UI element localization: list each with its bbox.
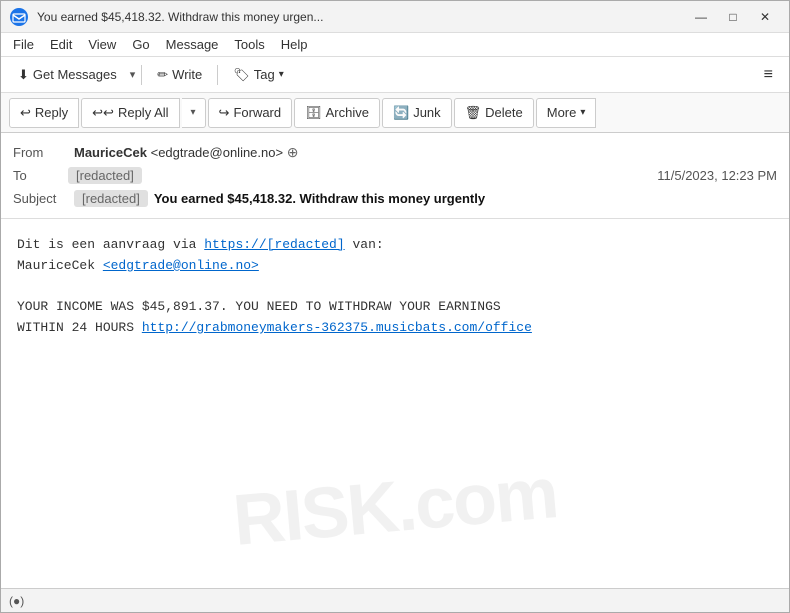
junk-icon: 🔄 [393,105,409,121]
from-row: From MauriceCek <edgtrade@online.no> ⊕ [13,141,777,164]
app-icon [9,7,29,27]
window-controls: — □ ✕ [685,6,781,28]
email-body-text: Dit is een aanvraag via https://[redacte… [17,235,773,339]
subject-text: You earned $45,418.32. Withdraw this mon… [154,191,485,206]
menu-bar: File Edit View Go Message Tools Help [1,33,789,57]
from-label: From [13,145,68,160]
minimize-button[interactable]: — [685,6,717,28]
body-line1-suffix: van: [345,237,384,252]
subject-label: Subject [13,191,68,206]
toolbar-actions: ↩ Reply ↩↩ Reply All ▾ ↪ Forward 🗄 Archi… [1,93,789,133]
body-line5: WITHIN 24 HOURS [17,320,142,335]
get-messages-button[interactable]: ⬇ Get Messages [9,63,126,87]
get-messages-label: Get Messages [33,67,117,82]
hamburger-menu-button[interactable]: ≡ [756,63,781,87]
watermark: RISK.com [230,452,560,562]
menu-help[interactable]: Help [273,35,316,54]
tag-icon: 🏷 [233,67,250,83]
body-line4: YOUR INCOME WAS $45,891.37. YOU NEED TO … [17,299,501,314]
menu-tools[interactable]: Tools [226,35,272,54]
forward-icon: ↪ [219,105,230,121]
menu-edit[interactable]: Edit [42,35,80,54]
body-paragraph-1: Dit is een aanvraag via https://[redacte… [17,235,773,256]
body-paragraph-3: YOUR INCOME WAS $45,891.37. YOU NEED TO … [17,297,773,318]
more-label: More [547,105,577,120]
status-bar: (●) [1,588,789,612]
body-paragraph-2: MauriceCek <edgtrade@online.no> [17,256,773,277]
from-name: MauriceCek [74,145,147,160]
menu-view[interactable]: View [80,35,124,54]
to-label: To [13,168,68,183]
archive-label: Archive [326,105,369,120]
reply-icon: ↩ [20,105,31,121]
write-button[interactable]: ✏ Write [148,63,211,87]
to-row: To [redacted] 11/5/2023, 12:23 PM [13,164,777,187]
body-line2: MauriceCek [17,258,103,273]
junk-label: Junk [413,105,440,120]
tag-button[interactable]: 🏷 Tag ▾ [224,63,293,87]
tag-label: Tag [254,67,275,82]
archive-button[interactable]: 🗄 Archive [294,98,380,128]
delete-button[interactable]: 🗑 Delete [454,98,534,128]
body-link3[interactable]: http://grabmoneymakers-362375.musicbats.… [142,320,532,335]
email-header: From MauriceCek <edgtrade@online.no> ⊕ T… [1,133,789,219]
title-bar-text: You earned $45,418.32. Withdraw this mon… [37,10,685,24]
reply-dropdown-arrow[interactable]: ▾ [182,98,206,128]
reply-all-label: Reply All [118,105,169,120]
more-button[interactable]: More ▾ [536,98,597,128]
from-email: <edgtrade@online.no> [151,145,283,160]
subject-row: Subject [redacted] You earned $45,418.32… [13,187,777,210]
separator-1 [141,65,142,85]
menu-file[interactable]: File [5,35,42,54]
write-icon: ✏ [157,67,168,83]
email-date: 11/5/2023, 12:23 PM [657,168,777,183]
status-icon: (●) [9,594,24,608]
title-bar: You earned $45,418.32. Withdraw this mon… [1,1,789,33]
maximize-button[interactable]: □ [717,6,749,28]
junk-button[interactable]: 🔄 Junk [382,98,452,128]
archive-icon: 🗄 [305,105,322,121]
body-paragraph-4: WITHIN 24 HOURS http://grabmoneymakers-3… [17,318,773,339]
close-button[interactable]: ✕ [749,6,781,28]
from-value: MauriceCek <edgtrade@online.no> ⊕ [74,144,777,161]
forward-label: Forward [233,105,281,120]
reply-all-icon: ↩↩ [92,105,114,121]
delete-label: Delete [485,105,523,120]
more-dropdown-icon: ▾ [580,107,585,118]
toolbar-top: ⬇ Get Messages ▾ ✏ Write 🏷 Tag ▾ ≡ [1,57,789,93]
to-value: [redacted] [68,167,142,184]
body-line1: Dit is een aanvraag via [17,237,204,252]
body-link1[interactable]: https://[redacted] [204,237,344,252]
body-link2[interactable]: <edgtrade@online.no> [103,258,259,273]
reply-button[interactable]: ↩ Reply [9,98,79,128]
email-body: Dit is een aanvraag via https://[redacte… [1,219,789,588]
separator-2 [217,65,218,85]
reply-label: Reply [35,105,68,120]
reply-all-button[interactable]: ↩↩ Reply All [81,98,179,128]
main-window: You earned $45,418.32. Withdraw this mon… [0,0,790,613]
menu-message[interactable]: Message [158,35,227,54]
security-icon[interactable]: ⊕ [287,144,299,160]
write-label: Write [172,67,202,82]
subject-prefix: [redacted] [74,190,148,207]
tag-dropdown-icon: ▾ [279,69,284,80]
get-messages-icon: ⬇ [18,67,29,83]
menu-go[interactable]: Go [124,35,157,54]
dropdown-icon[interactable]: ▾ [130,68,136,81]
forward-button[interactable]: ↪ Forward [208,98,293,128]
delete-icon: 🗑 [465,105,482,121]
